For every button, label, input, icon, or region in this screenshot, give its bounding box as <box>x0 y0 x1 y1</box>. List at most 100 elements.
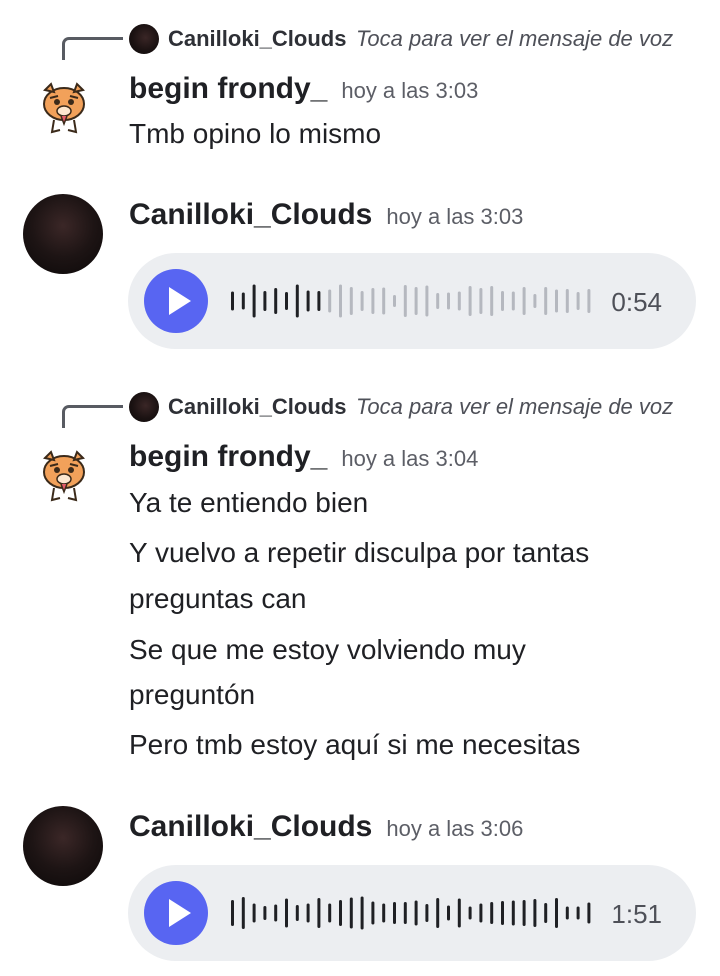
waveform-bar <box>468 286 472 316</box>
waveform-bar <box>522 900 526 926</box>
play-button[interactable] <box>144 269 208 333</box>
waveform-bar <box>317 898 321 928</box>
author-name[interactable]: Canilloki_Clouds <box>129 810 372 843</box>
waveform-bar <box>231 291 234 311</box>
waveform-bar <box>382 287 386 315</box>
waveform-bar <box>544 903 548 923</box>
waveform-bar <box>544 287 548 315</box>
waveform-bar <box>447 905 450 921</box>
waveform-bar <box>231 900 234 926</box>
voice-waveform[interactable] <box>231 885 611 941</box>
message-text: preguntón <box>129 679 256 710</box>
reply-author[interactable]: Canilloki_Clouds <box>168 26 346 52</box>
waveform-bar <box>339 284 342 318</box>
waveform-bar <box>533 899 537 927</box>
waveform-bar <box>501 291 504 311</box>
waveform-bar <box>565 289 569 313</box>
waveform-bar <box>241 292 245 310</box>
waveform-bar <box>414 900 418 926</box>
waveform-bar <box>263 906 267 920</box>
waveform-bar <box>457 291 461 311</box>
waveform-bar <box>479 903 483 923</box>
reply-snippet[interactable]: Toca para ver el mensaje de voz <box>356 26 673 52</box>
waveform-bar <box>252 903 256 923</box>
reply-reference[interactable]: Canilloki_Clouds Toca para ver el mensaj… <box>0 22 720 60</box>
reply-spine <box>62 405 123 428</box>
message-header: begin frondy_ hoy a las 3:03 <box>129 72 478 106</box>
reply-avatar <box>129 392 159 422</box>
reply-author[interactable]: Canilloki_Clouds <box>168 394 346 420</box>
waveform-bar <box>447 292 450 310</box>
waveform-bar <box>468 906 472 920</box>
waveform-bar <box>479 288 483 314</box>
message-text: Y vuelvo a repetir disculpa por tantas <box>129 537 590 568</box>
waveform-bar <box>490 902 494 924</box>
waveform-bar <box>555 898 558 928</box>
timestamp[interactable]: hoy a las 3:03 <box>341 78 478 103</box>
waveform-bar <box>285 898 288 928</box>
waveform-bar <box>263 291 267 311</box>
timestamp[interactable]: hoy a las 3:06 <box>386 816 523 841</box>
waveform-bar <box>274 288 278 314</box>
waveform-bar <box>576 292 580 310</box>
avatar-tiger-icon[interactable] <box>36 448 92 504</box>
author-name[interactable]: begin frondy_ <box>129 440 327 473</box>
waveform-bar <box>576 906 580 920</box>
timestamp[interactable]: hoy a las 3:03 <box>386 204 523 229</box>
author-name[interactable]: begin frondy_ <box>129 72 327 105</box>
waveform-bar <box>490 286 494 316</box>
play-icon <box>169 287 191 315</box>
reply-snippet[interactable]: Toca para ver el mensaje de voz <box>356 394 673 420</box>
waveform-bar <box>306 290 310 312</box>
waveform-bar <box>436 898 440 928</box>
waveform-bar <box>403 902 407 924</box>
avatar[interactable] <box>23 806 103 886</box>
waveform-bar <box>241 897 245 929</box>
avatar-tiger-icon[interactable] <box>36 80 92 136</box>
voice-message-player: 0:54 <box>128 253 696 349</box>
waveform-bar <box>349 897 353 929</box>
message-3[interactable]: Canilloki_Clouds Toca para ver el mensaj… <box>0 390 720 770</box>
waveform-bar <box>425 285 429 317</box>
author-name[interactable]: Canilloki_Clouds <box>129 198 372 231</box>
waveform-bar <box>414 287 418 315</box>
chat-log: Canilloki_Clouds Toca para ver el mensaj… <box>0 0 720 976</box>
waveform-bar <box>511 291 515 311</box>
play-icon <box>169 899 191 927</box>
waveform-bar <box>360 291 364 311</box>
message-text: Pero tmb estoy aquí si me necesitas <box>129 729 581 760</box>
message-1[interactable]: Canilloki_Clouds Toca para ver el mensaj… <box>0 22 720 152</box>
voice-duration: 0:54 <box>611 287 662 317</box>
waveform-bar <box>565 906 569 920</box>
waveform-bar <box>533 294 537 308</box>
waveform-bar <box>522 287 526 315</box>
message-text: Ya te entiendo bien <box>129 487 369 518</box>
waveform-bar <box>587 289 591 313</box>
waveform-bar <box>328 903 332 923</box>
waveform-bar <box>393 902 396 924</box>
waveform-bar <box>425 904 429 922</box>
waveform-bar <box>295 905 299 921</box>
waveform-bar <box>511 900 515 926</box>
waveform-bar <box>360 896 364 930</box>
message-2[interactable]: Canilloki_Clouds hoy a las 3:03 0:54 <box>0 194 720 354</box>
avatar[interactable] <box>23 194 103 274</box>
voice-waveform[interactable] <box>231 273 611 329</box>
play-button[interactable] <box>144 881 208 945</box>
waveform-bar <box>371 288 375 314</box>
voice-duration: 1:51 <box>611 899 662 929</box>
message-text: preguntas can <box>129 583 307 614</box>
waveform-bar <box>349 287 353 315</box>
waveform-bar <box>501 901 504 925</box>
waveform-bar <box>403 285 407 317</box>
waveform-bar <box>555 289 558 313</box>
timestamp[interactable]: hoy a las 3:04 <box>341 446 478 471</box>
waveform-bar <box>371 901 375 925</box>
message-header: begin frondy_ hoy a las 3:04 <box>129 440 478 474</box>
message-text: Tmb opino lo mismo <box>129 118 382 149</box>
waveform-bar <box>285 292 288 310</box>
waveform-bar <box>393 295 396 307</box>
reply-reference[interactable]: Canilloki_Clouds Toca para ver el mensaj… <box>0 390 720 428</box>
message-header: Canilloki_Clouds hoy a las 3:06 <box>129 810 523 844</box>
message-4[interactable]: Canilloki_Clouds hoy a las 3:06 1:51 <box>0 806 720 966</box>
